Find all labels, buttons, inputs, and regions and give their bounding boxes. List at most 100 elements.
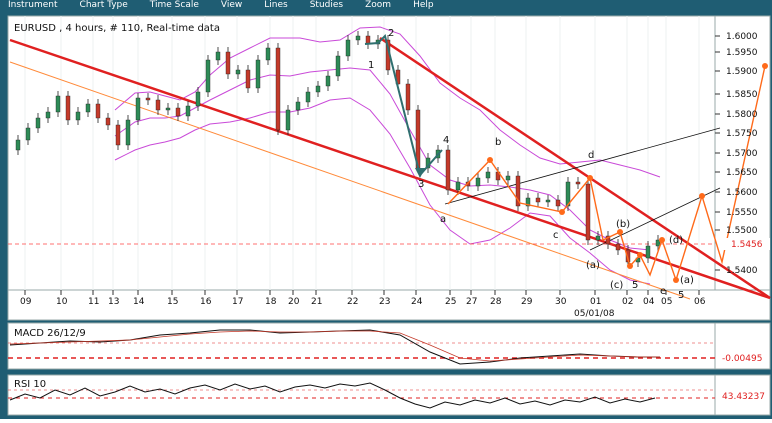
candle-bullish	[285, 109, 291, 131]
projected-arrowhead	[627, 263, 633, 269]
candle-bullish	[85, 103, 91, 113]
candle-bearish	[555, 199, 561, 207]
candle-bearish	[275, 47, 281, 131]
candle-bearish	[575, 181, 581, 185]
price-plot-area[interactable]	[7, 15, 716, 291]
candle-bullish	[125, 119, 131, 146]
menu-studies[interactable]: Studies	[310, 0, 343, 11]
candle-bullish	[235, 69, 241, 75]
candle-bearish	[105, 117, 111, 126]
rsi-label: RSI 10	[14, 379, 46, 390]
candle-bearish	[225, 51, 231, 75]
menu-time-scale[interactable]: Time Scale	[150, 0, 199, 11]
time-tick-label: 20	[288, 297, 300, 307]
projected-arrowhead	[559, 209, 565, 215]
menu-help[interactable]: Help	[413, 0, 434, 11]
projected-arrowhead	[487, 157, 493, 163]
candle-bullish	[305, 91, 311, 103]
candle-bearish	[115, 124, 121, 146]
time-tick-label: 23	[379, 297, 390, 307]
candle-bearish	[175, 107, 181, 117]
projected-arrowhead	[587, 175, 593, 181]
candle-bullish	[545, 199, 551, 203]
time-tick-label: 18	[265, 297, 277, 307]
time-tick-label: 25	[445, 297, 456, 307]
candle-bullish	[485, 171, 491, 179]
time-tick-label: 22	[347, 297, 358, 307]
candle-bearish	[65, 95, 71, 121]
menu-instrument[interactable]: Instrument	[8, 0, 58, 11]
price-tick-label: 1.5900	[726, 67, 758, 77]
candle-bullish	[335, 55, 341, 77]
candle-bullish	[75, 111, 81, 121]
price-tick-label: 1.5400	[726, 266, 758, 276]
candle-bearish	[615, 243, 621, 251]
wave-label-paren-d: (d)	[669, 235, 683, 246]
candle-bearish	[445, 149, 451, 191]
projected-arrowhead	[673, 277, 679, 283]
candle-bearish	[155, 99, 161, 111]
time-tick-label: 30	[555, 297, 567, 307]
candle-bullish	[255, 59, 261, 89]
time-tick-label: 27	[466, 297, 477, 307]
wave-label-4: 4	[443, 135, 449, 146]
projected-arrowhead	[659, 237, 665, 243]
candle-bullish	[45, 111, 51, 119]
rsi-plot-area[interactable]	[7, 374, 716, 416]
wave-label-a: a	[440, 214, 446, 225]
wave-label-e: e	[660, 286, 666, 297]
candle-bearish	[95, 103, 101, 119]
candle-bullish	[265, 47, 271, 61]
wave-label-d: d	[588, 150, 594, 161]
candle-bearish	[245, 69, 251, 89]
candle-bullish	[315, 85, 321, 93]
time-tick-label: 05	[661, 297, 672, 307]
price-tick-label: 1.5800	[726, 110, 758, 120]
price-tick-label: 1.5600	[726, 188, 758, 198]
candle-bullish	[595, 235, 601, 241]
macd-label: MACD 26/12/9	[14, 328, 86, 339]
candle-bullish	[645, 245, 651, 259]
candle-bullish	[345, 39, 351, 57]
candle-bearish	[405, 83, 411, 111]
candle-bullish	[355, 35, 361, 41]
price-tick-label: 1.5950	[726, 48, 758, 58]
candle-bullish	[35, 117, 41, 129]
candle-bullish	[455, 181, 461, 191]
wave-label-5b: 5	[678, 290, 684, 301]
price-tick-label: 1.5850	[726, 90, 758, 100]
candle-bearish	[535, 197, 541, 203]
time-tick-label: 09	[20, 297, 32, 307]
wave-label-paren-c: (c)	[610, 280, 623, 291]
candle-bullish	[205, 59, 211, 93]
candle-bullish	[135, 97, 141, 121]
time-tick-label: 06	[694, 297, 706, 307]
date-label: 05/01/08	[574, 309, 615, 319]
candle-bullish	[505, 175, 511, 181]
candle-bearish	[145, 97, 151, 101]
candle-bullish	[25, 127, 31, 141]
time-tick-label: 29	[521, 297, 533, 307]
menu-view[interactable]: View	[221, 0, 242, 11]
wave-label-c: c	[553, 230, 559, 241]
wave-label-paren-a2: (a)	[680, 275, 694, 286]
menu-lines[interactable]: Lines	[264, 0, 287, 11]
time-tick-label: 14	[133, 297, 145, 307]
time-tick-label: 24	[411, 297, 423, 307]
price-tick-label: 1.6000	[726, 32, 758, 42]
time-tick-label: 02	[622, 297, 633, 307]
time-tick-label: 04	[643, 297, 655, 307]
macd-value: -0.00495	[722, 354, 762, 364]
candle-bullish	[475, 177, 481, 187]
price-tick-label: 1.5550	[726, 208, 758, 218]
time-tick-label: 15	[167, 297, 178, 307]
candle-bullish	[15, 139, 21, 151]
price-tick-label: 1.5650	[726, 168, 758, 178]
menu-zoom[interactable]: Zoom	[365, 0, 391, 11]
candle-bullish	[325, 75, 331, 87]
chart-canvas: EURUSD , 4 hours, # 110, Real-time data …	[0, 11, 772, 419]
candle-bullish	[185, 105, 191, 117]
chart-area: EURUSD , 4 hours, # 110, Real-time data …	[0, 11, 772, 419]
menu-chart-type[interactable]: Chart Type	[80, 0, 128, 11]
candle-bullish	[55, 95, 61, 113]
